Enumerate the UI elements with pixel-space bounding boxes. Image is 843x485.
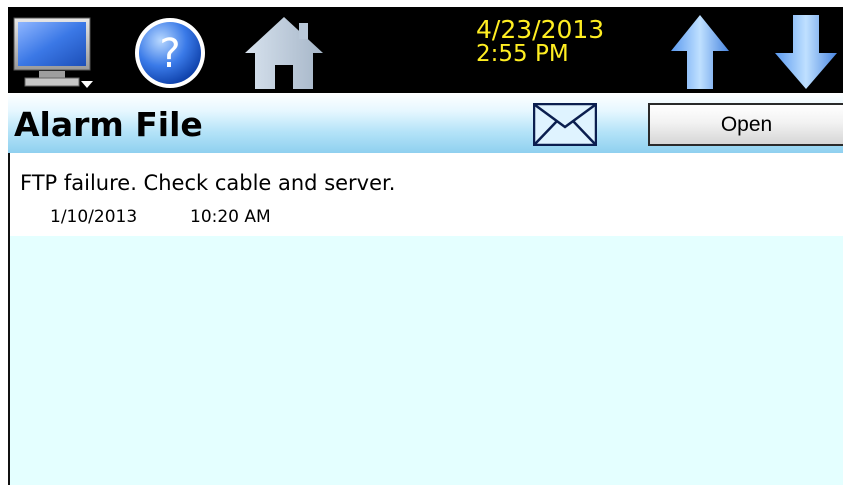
monitor-icon[interactable] <box>13 15 95 91</box>
page-header: Alarm File Open <box>8 93 843 153</box>
current-time: 2:55 PM <box>476 41 569 67</box>
page-title: Alarm File <box>14 105 203 144</box>
home-icon[interactable] <box>243 15 325 91</box>
svg-text:?: ? <box>159 31 180 77</box>
current-date: 4/23/2013 <box>476 15 605 44</box>
help-icon[interactable]: ? <box>132 15 208 91</box>
open-button[interactable]: Open <box>648 103 843 146</box>
alarm-list-item[interactable]: FTP failure. Check cable and server. 1/1… <box>10 153 843 236</box>
arrow-down-icon[interactable] <box>773 13 839 91</box>
arrow-up-icon[interactable] <box>669 13 731 91</box>
date-time-display: 4/23/2013 2:55 PM <box>476 17 636 67</box>
envelope-icon <box>532 102 598 147</box>
alarm-date: 1/10/2013 <box>50 207 138 227</box>
alarm-time: 10:20 AM <box>190 207 271 227</box>
alarm-message: FTP failure. Check cable and server. <box>20 171 396 195</box>
top-bar: ? 4/23/2013 2:55 PM <box>8 7 843 93</box>
mail-button[interactable] <box>532 102 598 147</box>
hmi-screen: ? 4/23/2013 2:55 PM Alarm File Open FTP … <box>8 7 843 485</box>
alarm-list[interactable]: FTP failure. Check cable and server. 1/1… <box>8 153 843 485</box>
